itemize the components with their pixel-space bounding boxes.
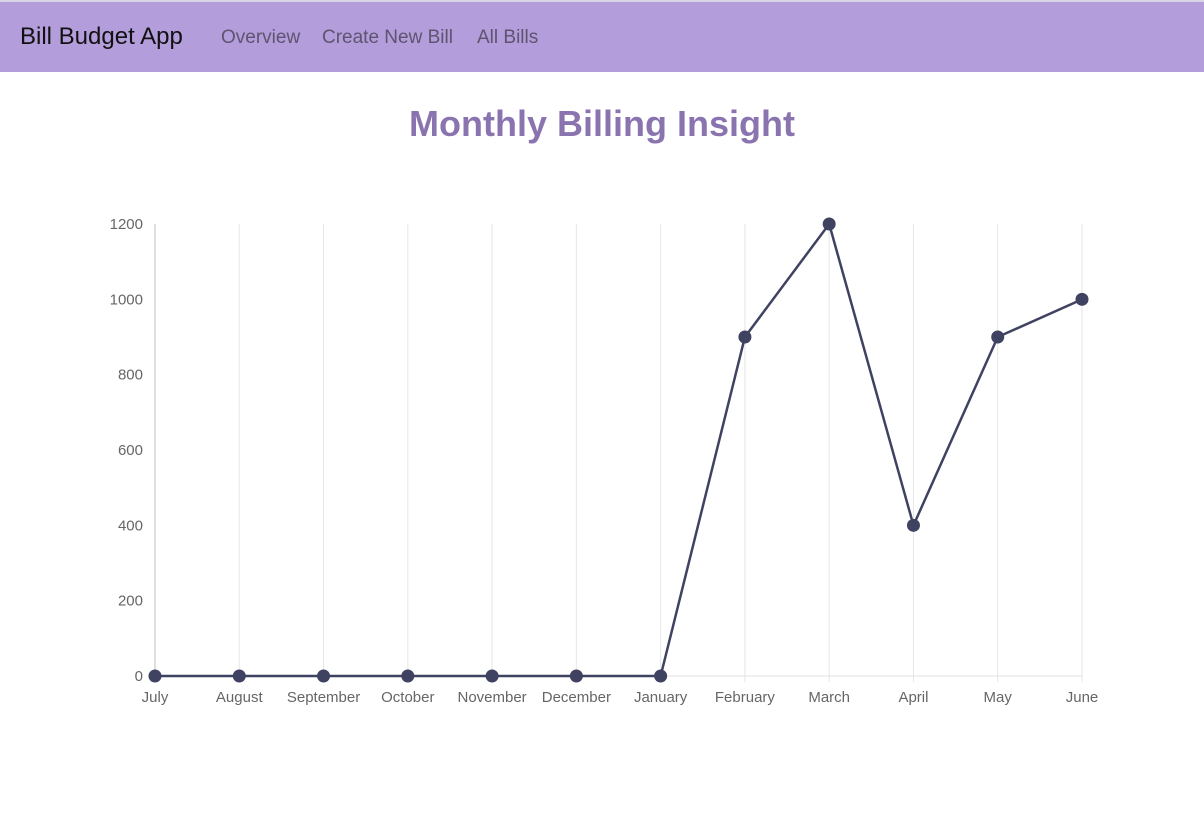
y-tick-label: 400 bbox=[118, 517, 143, 534]
data-point bbox=[991, 330, 1005, 344]
x-tick-label: February bbox=[715, 689, 776, 706]
x-tick-label: August bbox=[216, 689, 264, 706]
data-point bbox=[317, 669, 331, 683]
y-tick-label: 200 bbox=[118, 593, 143, 610]
x-tick-label: November bbox=[457, 689, 526, 706]
data-point bbox=[569, 669, 583, 683]
y-tick-label: 600 bbox=[118, 442, 143, 459]
y-tick-label: 1200 bbox=[110, 216, 143, 233]
y-tick-label: 1000 bbox=[110, 291, 143, 308]
data-point bbox=[1075, 292, 1089, 306]
y-tick-label: 800 bbox=[118, 367, 143, 384]
x-tick-label: June bbox=[1066, 689, 1099, 706]
x-tick-label: January bbox=[634, 689, 688, 706]
billing-line-chart: 0 200 400 600 800 1000 1200 July August September… bbox=[110, 216, 1099, 706]
data-point bbox=[232, 669, 246, 683]
data-point bbox=[485, 669, 499, 683]
x-tick-label: September bbox=[287, 689, 360, 706]
data-point bbox=[906, 518, 920, 532]
y-tick-label: 0 bbox=[135, 668, 143, 685]
data-point bbox=[738, 330, 752, 344]
x-tick-label: December bbox=[542, 689, 611, 706]
data-point bbox=[148, 669, 162, 683]
x-tick-label: April bbox=[898, 689, 928, 706]
series-line bbox=[155, 222, 1083, 678]
x-tick-label: July bbox=[142, 689, 169, 706]
data-point bbox=[401, 669, 415, 683]
data-point bbox=[822, 217, 836, 231]
x-tick-label: October bbox=[381, 689, 434, 706]
x-tick-label: March bbox=[808, 689, 850, 706]
x-tick-label: May bbox=[984, 689, 1013, 706]
data-point bbox=[654, 669, 668, 683]
